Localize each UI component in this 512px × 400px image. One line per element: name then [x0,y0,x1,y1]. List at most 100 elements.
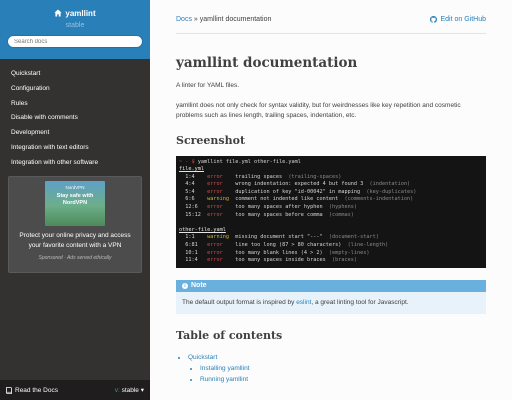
toc-link-quickstart[interactable]: Quickstart [188,354,217,361]
terminal-result-line: 5:4 error duplication of key "id-00042" … [179,189,483,197]
rtd-label: Read the Docs [15,386,58,394]
note-title: Note [191,281,207,289]
terminal-rule: (line-length) [347,242,389,249]
intro-text: A linter for YAML files. [176,82,240,89]
version-label: stable [65,22,85,29]
ad-logo: NordVPN [65,185,85,190]
page-title: yamllint documentation [176,55,358,71]
toc-heading: Table of contents [176,328,283,342]
terminal-rule: (indentation) [369,181,411,188]
breadcrumb: Docs » yamllint documentation Edit on Gi… [176,0,486,34]
terminal-rule: (comments-indentation) [344,196,414,203]
terminal-level: error [207,188,236,195]
terminal-file-line: other-file.yaml [179,227,483,235]
toc-item-installing: Installing yamllint [200,363,486,374]
brand-name: yamllint [65,8,96,18]
terminal-rule: (commas) [328,211,354,218]
terminal-result-line: 11:4 error too many spaces inside braces… [179,257,483,265]
toc-item-quickstart: Quickstart Installing yamllint Running y… [188,352,486,385]
note-admonition: Note The default output format is inspir… [176,279,486,314]
terminal-level: error [207,204,236,211]
terminal-result-line: 6:6 warning comment not indented like co… [179,196,483,204]
terminal-command-line: ~ - $ yamllint file.yml other-file.yaml [179,159,483,167]
github-icon [430,16,438,23]
terminal-file-line: file.yml [179,166,483,174]
toc-link-installing[interactable]: Installing yamllint [200,365,250,372]
rtd-version-selector[interactable]: v: stable ▾ [115,386,144,394]
terminal-level: error [207,242,236,249]
terminal-rule: (braces) [332,257,358,264]
breadcrumb-home[interactable]: Docs [176,16,192,23]
terminal-message: too many spaces before comma [235,211,329,218]
terminal-message: too many spaces after hyphen [235,204,329,211]
toc-link-running[interactable]: Running yamllint [200,376,248,383]
search-input[interactable] [7,35,143,48]
terminal-message: duplication of key "id-00042" in mapping [235,188,367,195]
terminal-result-line: 6:81 error line too long (87 > 80 charac… [179,242,483,250]
screenshot-heading: Screenshot [176,133,246,147]
sidebar-item-disable-with-comments[interactable]: Disable with comments [0,111,150,126]
terminal-level: error [207,257,236,264]
terminal-message: too many spaces inside braces [235,257,333,264]
terminal-result-line: 15:12 error too many spaces before comma… [179,212,483,220]
rtd-label-group: Read the Docs [6,387,58,394]
note-title-bar: Note [176,279,486,293]
terminal-result-line: 4:4 error wrong indentation: expected 4 … [179,181,483,189]
terminal-rule: (key-duplicates) [366,188,417,195]
sidebar-item-other-software[interactable]: Integration with other software [0,156,150,171]
terminal-position: 6:81 [179,242,208,249]
terminal-file-name: other-file.yaml [179,226,226,233]
terminal-result-line: 10:1 error too many blank lines (4 > 2) … [179,250,483,258]
info-icon [182,281,188,293]
sidebar-nav: Quickstart Configuration Rules Disable w… [0,67,150,171]
sidebar-item-development[interactable]: Development [0,126,150,141]
terminal-level: error [207,211,236,218]
toc-item-running: Running yamllint [200,374,486,385]
note-text-after: , a great linting tool for Javascript. [311,298,409,306]
terminal-rule: (hyphens) [328,204,358,211]
terminal-result-line: 12:6 error too many spaces after hyphen … [179,204,483,212]
eslint-link[interactable]: eslint [296,299,311,306]
terminal-message: trailing spaces [235,173,289,180]
terminal-level: warning [207,234,236,241]
terminal-message: too many blank lines (4 > 2) [235,249,329,256]
ad-headline: Stay safe with NordVPN [56,193,94,206]
sidebar-item-text-editors[interactable]: Integration with text editors [0,141,150,156]
terminal-result-line: 1:1 warning missing document start "---"… [179,234,483,242]
terminal-message: missing document start "---" [235,234,329,241]
caret-down-icon: ▾ [140,387,144,394]
terminal-rule: (document-start) [328,234,379,241]
ad-text[interactable]: Protect your online privacy and access y… [9,231,141,250]
terminal-result-line: 1:4 error trailing spaces (trailing-spac… [179,174,483,182]
terminal-level: warning [207,196,236,203]
sidebar-item-quickstart[interactable]: Quickstart [0,67,150,82]
terminal-message: wrong indentation: expected 4 but found … [235,181,370,188]
breadcrumb-current: yamllint documentation [199,16,272,23]
rtd-version-bar[interactable]: Read the Docs v: stable ▾ [0,380,150,400]
terminal-screenshot: ~ - $ yamllint file.yml other-file.yaml f… [176,155,486,268]
sidebar: yamllint stable Quickstart Configuration… [0,0,150,400]
brand-link[interactable]: yamllint [0,7,150,19]
ad-image[interactable]: NordVPN Stay safe with NordVPN [45,181,105,226]
sidebar-item-configuration[interactable]: Configuration [0,82,150,97]
edit-on-github-link[interactable]: Edit on GitHub [430,16,486,23]
terminal-position: 11:4 [179,257,208,264]
toc-sublist: Installing yamllint Running yamllint [188,363,486,385]
ad-sponsor-label[interactable]: Sponsored · Ads served ethically [9,255,141,261]
book-icon [6,386,12,394]
table-of-contents: Quickstart Installing yamllint Running y… [176,352,486,385]
rtd-version-prefix: v: [114,387,120,394]
sidebar-item-rules[interactable]: Rules [0,97,150,112]
terminal-position: 6:6 [179,196,208,203]
terminal-command: yamllint file.yml other-file.yaml [194,158,301,165]
note-body: The default output format is inspired by… [176,292,486,314]
sponsored-ad[interactable]: NordVPN Stay safe with NordVPN Protect y… [8,176,142,273]
description-text: yamllint does not only check for syntax … [176,101,461,120]
breadcrumb-trail: Docs » yamllint documentation [176,16,271,23]
terminal-rule: (trailing-spaces) [288,173,342,180]
terminal-prompt: ~ - $ [179,158,195,165]
terminal-position: 10:1 [179,249,208,256]
sidebar-header: yamllint stable [0,0,150,59]
terminal-level: error [207,249,236,256]
